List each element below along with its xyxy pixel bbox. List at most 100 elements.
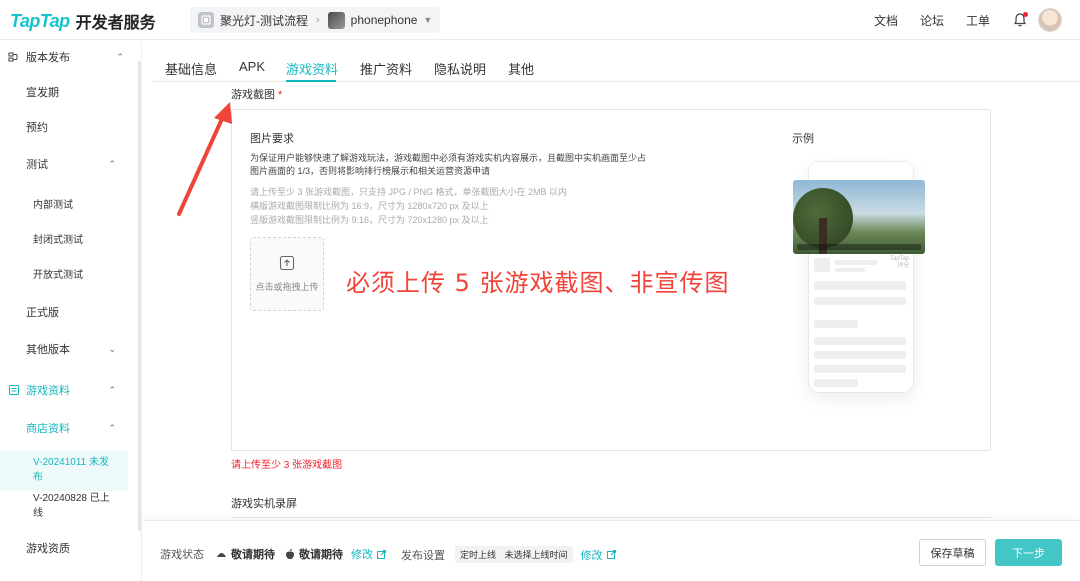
example-watermark-line2: 评分 (897, 263, 910, 269)
sidebar-item-label: 宣发期 (26, 87, 59, 99)
upload-dropzone[interactable]: 点击或拖拽上传 (250, 237, 324, 311)
breadcrumb-game[interactable]: phonephone (351, 13, 418, 27)
header-link-docs[interactable]: 文档 (874, 12, 898, 29)
scheduled-tag-label: 定时上线 (460, 550, 497, 560)
breadcrumb-separator-icon: › (316, 14, 320, 26)
sidebar-item-version-20241011[interactable]: V-20241011 未发 布 (0, 451, 128, 491)
sidebar-item-version-release[interactable]: 版本发布 ⌃ (8, 45, 136, 69)
sidebar-item-other-versions[interactable]: 其他版本 ⌄ (26, 338, 128, 360)
annotation-arrow-icon (177, 102, 232, 216)
next-button[interactable]: 下一步 (995, 539, 1062, 566)
sidebar-item-label: 游戏资质 (26, 543, 70, 555)
sidebar-item-label: 其他版本 (26, 344, 70, 356)
rule-portrait: 竖版游戏截图限制比例为 9:16，尺寸为 720x1280 px 及以上 (250, 215, 489, 225)
sidebar-item-label: 版本发布 (26, 52, 70, 64)
sidebar-item-label: 预约 (26, 122, 48, 134)
upload-label: 点击或拖拽上传 (255, 282, 319, 292)
upload-icon (279, 255, 295, 274)
required-mark: * (278, 89, 283, 101)
android-icon (216, 550, 227, 558)
publish-setting-label: 发布设置 (401, 549, 445, 562)
requirements-description: 为保证用户能够快速了解游戏玩法，游戏截图中必须有游戏实机内容展示，且截图中实机画… (250, 152, 670, 178)
breadcrumb-project[interactable]: 聚光灯-测试流程 (220, 12, 308, 29)
save-draft-button[interactable]: 保存草稿 (919, 539, 986, 566)
header-link-ticket[interactable]: 工单 (966, 12, 990, 29)
breadcrumb[interactable]: 聚光灯-测试流程 › phonephone ▼ (190, 7, 441, 33)
annotation-text: 必须上传 5 张游戏截图、非宣传图 (346, 269, 730, 297)
header-links: 文档 论坛 工单 (852, 0, 1062, 40)
sidebar-item-reservation[interactable]: 预约 (26, 116, 154, 138)
logo[interactable]: TapTap 开发者服务 (10, 9, 156, 33)
sidebar-item-label: 正式版 (26, 307, 59, 319)
sidebar-item-qualification[interactable]: 游戏资质 (26, 537, 154, 559)
version-label-line2: 线 (33, 508, 43, 519)
edit-status-link[interactable]: 修改 (351, 546, 386, 562)
chevron-down-icon: ⌄ (108, 343, 116, 354)
requirements-title: 图片要求 (250, 133, 294, 145)
sidebar-item-store-info[interactable]: 商店资料 ⌃ (26, 417, 128, 439)
example-placeholder-line (835, 260, 877, 265)
header-link-forum[interactable]: 论坛 (920, 12, 944, 29)
tab-privacy[interactable]: 隐私说明 (434, 59, 486, 78)
avatar[interactable] (1038, 8, 1062, 32)
sidebar-item-label: 内部测试 (33, 199, 73, 211)
example-label: 示例 (792, 133, 814, 145)
project-icon (198, 12, 214, 28)
tab-bar: 基础信息 APK 游戏资料 推广资料 隐私说明 其他 (152, 52, 1080, 82)
sidebar-item-version-20240828[interactable]: V-20240828 已上 线 (33, 487, 128, 527)
example-placeholder-line (814, 297, 906, 305)
video-label: 游戏实机录屏 (231, 498, 297, 510)
tab-game-info[interactable]: 游戏资料 (286, 59, 338, 78)
version-label-line1: V-20240828 已上 (33, 493, 110, 504)
logo-taptap: TapTap (10, 10, 70, 31)
sidebar-item-internal-test[interactable]: 内部测试 (33, 193, 161, 213)
rule-landscape: 横版游戏截图限制比例为 16:9，尺寸为 1280x720 px 及以上 (250, 201, 489, 211)
sidebar-item-label: 商店资料 (26, 423, 70, 435)
edit-status-label: 修改 (351, 549, 373, 561)
version-label-line1: V-20241011 未发 (33, 457, 109, 468)
caret-down-icon[interactable]: ▼ (423, 15, 432, 25)
tab-apk[interactable]: APK (239, 59, 265, 74)
example-watermark: TapTap 评分 (890, 256, 909, 270)
screenshots-error: 请上传至少 3 张游戏截图 (231, 460, 343, 471)
requirements-line-2: 图片画面的 1/3，否则将影响排行榜展示和相关运营资源申请 (250, 166, 491, 176)
logo-subtitle: 开发者服务 (75, 15, 156, 32)
bell-icon[interactable] (1012, 12, 1028, 28)
sidebar-item-test[interactable]: 测试 ⌃ (26, 153, 128, 175)
publish-setting-group: 发布设置 定时上线 未选择上线时间 修改 (401, 546, 616, 563)
game-status-label: 游戏状态 (160, 549, 204, 561)
tab-promo-info[interactable]: 推广资料 (360, 59, 412, 78)
example-screenshot-image (793, 180, 925, 254)
rule-count-format: 请上传至少 3 张游戏截图，只支持 JPG / PNG 格式，单张截图大小在 2… (250, 187, 568, 197)
sidebar-item-label: 测试 (26, 159, 48, 171)
sidebar-item-label: 封闭式测试 (33, 234, 83, 246)
tab-other[interactable]: 其他 (508, 59, 534, 78)
game-status-group: 游戏状态 敬请期待 敬请期待 修改 (160, 546, 386, 562)
example-placeholder-line (835, 268, 865, 272)
notification-dot (1023, 12, 1028, 17)
example-placeholder-line (814, 320, 858, 328)
top-bar: TapTap 开发者服务 聚光灯-测试流程 › phonephone ▼ 文档 … (0, 0, 1080, 40)
game-info-icon (8, 384, 20, 396)
sidebar-item-closed-test[interactable]: 封闭式测试 (33, 228, 161, 248)
example-placeholder-line (814, 351, 906, 359)
chevron-up-icon: ⌃ (108, 422, 116, 433)
sidebar-scrollbar[interactable] (138, 61, 141, 531)
scheduled-tag: 定时上线 未选择上线时间 (455, 546, 573, 563)
sidebar-item-open-test[interactable]: 开放式测试 (33, 263, 161, 283)
sidebar-item-official[interactable]: 正式版 (26, 301, 154, 323)
example-placeholder-line (814, 281, 906, 290)
sidebar-item-promo[interactable]: 宣发期 (26, 81, 154, 103)
sidebar-item-game-info[interactable]: 游戏资料 ⌃ (8, 379, 128, 401)
footer-bar: 游戏状态 敬请期待 敬请期待 修改 发布设置 定时上线 未选择上线时间 修改 保… (143, 520, 1080, 581)
android-status: 敬请期待 (231, 549, 275, 561)
tab-basic-info[interactable]: 基础信息 (165, 59, 217, 78)
requirements-line-1: 为保证用户能够快速了解游戏玩法，游戏截图中必须有游戏实机内容展示，且截图中实机画… (250, 153, 647, 163)
example-placeholder-line (814, 337, 906, 345)
apple-icon (285, 548, 295, 560)
edit-publish-label: 修改 (580, 549, 603, 562)
edit-publish-link[interactable]: 修改 (581, 547, 616, 563)
release-icon (8, 51, 20, 63)
external-link-icon (377, 549, 386, 559)
version-label-line2: 布 (33, 472, 43, 483)
